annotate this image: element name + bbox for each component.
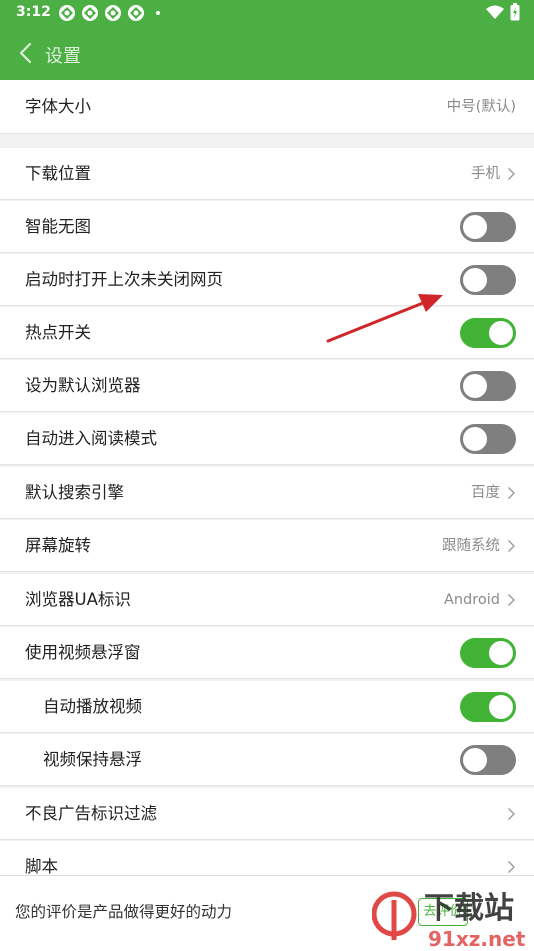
setting-label: 默认搜索引擎: [25, 483, 124, 502]
setting-label: 自动进入阅读模式: [25, 429, 157, 448]
toggle-knob: [489, 695, 513, 719]
setting-autoplay-video: 自动播放视频: [0, 681, 534, 733]
setting-hotspot: 热点开关: [0, 307, 534, 359]
chevron-left-icon[interactable]: [14, 40, 38, 66]
setting-value: 中号(默认): [446, 99, 516, 115]
setting-ad-filter[interactable]: 不良广告标识过滤: [0, 788, 534, 840]
page-title: 设置: [45, 46, 81, 67]
setting-value: 跟随系统: [442, 538, 500, 554]
app-notification-icon: [59, 5, 75, 21]
chevron-right-icon: [508, 540, 515, 552]
toggle-knob: [463, 748, 487, 772]
toggle-knob: [463, 268, 487, 292]
toggle-knob: [489, 641, 513, 665]
chevron-right-icon: [508, 594, 515, 606]
setting-value: 手机: [471, 166, 500, 182]
battery-icon: [510, 3, 520, 21]
watermark-logo-icon: [372, 891, 417, 940]
setting-label: 不良广告标识过滤: [25, 804, 157, 823]
setting-label: 视频保持悬浮: [43, 750, 142, 769]
setting-value: 百度: [471, 485, 500, 501]
toggle-switch[interactable]: [460, 318, 516, 348]
setting-label: 热点开关: [25, 323, 91, 342]
toggle-switch[interactable]: [460, 265, 516, 295]
toggle-knob: [463, 427, 487, 451]
setting-restore-last-pages: 启动时打开上次未关闭网页: [0, 254, 534, 306]
app-notification-icon: [128, 5, 144, 21]
setting-label: 下载位置: [25, 164, 91, 183]
toggle-switch[interactable]: [460, 692, 516, 722]
setting-label: 自动播放视频: [43, 697, 142, 716]
setting-label: 使用视频悬浮窗: [25, 643, 141, 662]
setting-smart-no-image: 智能无图: [0, 201, 534, 253]
toggle-knob: [463, 374, 487, 398]
setting-font-size[interactable]: 字体大小 中号(默认): [0, 80, 534, 134]
toggle-switch[interactable]: [460, 424, 516, 454]
setting-video-float-window: 使用视频悬浮窗: [0, 627, 534, 679]
setting-value: Android: [443, 592, 500, 608]
status-time: 3:12: [16, 4, 51, 20]
status-bar: 3:12: [0, 0, 534, 26]
setting-auto-reading-mode: 自动进入阅读模式: [0, 413, 534, 465]
toggle-knob: [463, 215, 487, 239]
setting-download-location[interactable]: 下载位置 手机: [0, 148, 534, 200]
toggle-switch[interactable]: [460, 371, 516, 401]
notification-icons: [58, 3, 160, 23]
app-header: 设置: [0, 26, 534, 80]
watermark-site: 91xz.net: [428, 927, 526, 950]
app-notification-icon: [82, 5, 98, 21]
toggle-switch[interactable]: [460, 638, 516, 668]
toggle-switch[interactable]: [460, 745, 516, 775]
system-icons: [486, 3, 520, 21]
setting-default-browser: 设为默认浏览器: [0, 360, 534, 412]
chevron-right-icon: [508, 487, 515, 499]
setting-label: 浏览器UA标识: [25, 590, 131, 609]
setting-screen-rotation[interactable]: 屏幕旋转 跟随系统: [0, 520, 534, 572]
setting-search-engine[interactable]: 默认搜索引擎 百度: [0, 467, 534, 519]
setting-label: 屏幕旋转: [25, 536, 91, 555]
setting-label: 字体大小: [25, 97, 91, 116]
dot-icon: [156, 11, 160, 15]
chevron-right-icon: [508, 808, 515, 820]
setting-label: 启动时打开上次未关闭网页: [25, 270, 223, 289]
watermark-brand: 下载站: [424, 891, 514, 926]
wifi-icon: [486, 5, 504, 19]
chevron-right-icon: [508, 861, 515, 873]
toggle-switch[interactable]: [460, 212, 516, 242]
rating-prompt-text: 您的评价是产品做得更好的动力: [15, 903, 233, 921]
chevron-right-icon: [508, 168, 515, 180]
setting-label: 设为默认浏览器: [25, 376, 141, 395]
app-notification-icon: [105, 5, 121, 21]
setting-keep-video-floating: 视频保持悬浮: [0, 734, 534, 786]
setting-label: 智能无图: [25, 217, 91, 236]
toggle-knob: [489, 321, 513, 345]
setting-user-agent[interactable]: 浏览器UA标识 Android: [0, 574, 534, 626]
site-watermark: 下载站 91xz.net: [372, 891, 526, 950]
